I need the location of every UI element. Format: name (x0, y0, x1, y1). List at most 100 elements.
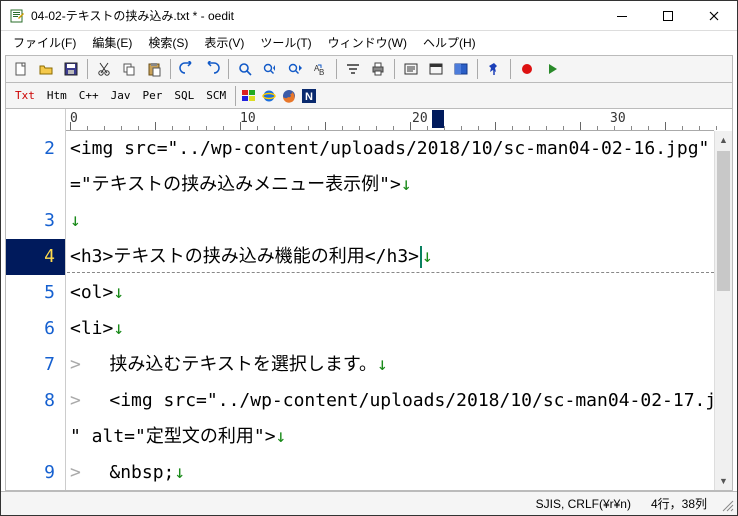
statusbar: SJIS, CRLF(¥r¥n) 4行，38列 (1, 491, 737, 515)
menu-view[interactable]: 表示(V) (196, 32, 252, 53)
line-number: 6 (6, 311, 65, 347)
code-text: 挟み込むテキストを選択します。 (109, 354, 377, 375)
lang-cpp[interactable]: C++ (74, 86, 104, 105)
toolbar-sep (510, 59, 511, 79)
scroll-thumb[interactable] (717, 151, 730, 291)
redo-icon[interactable] (201, 58, 223, 80)
paste-icon[interactable] (143, 58, 165, 80)
menu-tool[interactable]: ツール(T) (252, 32, 319, 53)
titlebar: 04-02-テキストの挟み込み.txt * - oedit (1, 1, 737, 31)
menu-help[interactable]: ヘルプ(H) (415, 32, 484, 53)
app-window: 04-02-テキストの挟み込み.txt * - oedit ファイル(F) 編集… (0, 0, 738, 516)
scroll-up-icon[interactable]: ▲ (715, 131, 732, 149)
save-icon[interactable] (60, 58, 82, 80)
cut-icon[interactable] (93, 58, 115, 80)
toolbar-sep (235, 86, 236, 106)
eol-icon: ↓ (113, 318, 124, 339)
eol-icon: ↓ (377, 354, 388, 375)
indent: > (70, 390, 109, 411)
toolbar-sep (170, 59, 171, 79)
line-view-icon[interactable] (400, 58, 422, 80)
open-file-icon[interactable] (35, 58, 57, 80)
ruler-num: 10 (240, 111, 256, 126)
line-number: 2 (6, 131, 65, 167)
code-text: <img src="../wp-content/uploads/2018/10/… (70, 138, 714, 159)
code-text: <h3>テキストの挟み込み機能の利用</h3> (70, 246, 419, 267)
line-number: 8 (6, 383, 65, 419)
toolbar-sep (228, 59, 229, 79)
toolbar-sep (87, 59, 88, 79)
svg-text:B: B (319, 68, 324, 77)
lang-scm[interactable]: SCM (201, 86, 231, 105)
lang-txt[interactable]: Txt (10, 86, 40, 105)
toolbar-sep (336, 59, 337, 79)
play-icon[interactable] (541, 58, 563, 80)
ruler-num: 0 (70, 111, 78, 126)
doc-view-icon[interactable] (425, 58, 447, 80)
code-text: <li> (70, 318, 113, 339)
scroll-down-icon[interactable]: ▼ (715, 472, 732, 490)
record-icon[interactable] (516, 58, 538, 80)
toolbar-sep (394, 59, 395, 79)
code-text: <ol> (70, 282, 113, 303)
maximize-button[interactable] (645, 1, 691, 30)
menu-window[interactable]: ウィンドウ(W) (320, 32, 415, 53)
filter-icon[interactable] (342, 58, 364, 80)
windows-flag-icon[interactable] (240, 87, 258, 105)
line-number: 3 (6, 203, 65, 239)
menu-edit[interactable]: 編集(E) (84, 32, 140, 53)
find-next-icon[interactable] (284, 58, 306, 80)
print-icon[interactable] (367, 58, 389, 80)
vertical-scrollbar[interactable]: ▲ ▼ (714, 131, 732, 490)
lang-per[interactable]: Per (138, 86, 168, 105)
resize-grip-icon[interactable] (721, 499, 735, 513)
minimize-button[interactable] (599, 1, 645, 30)
code-area[interactable]: <img src="../wp-content/uploads/2018/10/… (66, 109, 714, 490)
ruler: 0 10 20 30 (66, 109, 714, 131)
ruler-num: 30 (610, 111, 626, 126)
lang-jav[interactable]: Jav (106, 86, 136, 105)
netscape-icon[interactable]: N (300, 87, 318, 105)
svg-text:N: N (305, 91, 313, 103)
eol-icon: ↓ (401, 174, 412, 195)
status-position: 4行，38列 (651, 495, 707, 512)
eol-icon: ↓ (276, 426, 287, 447)
status-encoding: SJIS, CRLF(¥r¥n) (536, 497, 631, 511)
window-title: 04-02-テキストの挟み込み.txt * - oedit (31, 7, 599, 24)
code-text: ="テキストの挟み込みメニュー表示例"> (70, 174, 401, 195)
eol-icon: ↓ (422, 246, 433, 267)
ruler-num: 20 (412, 111, 428, 126)
menubar: ファイル(F) 編集(E) 検索(S) 表示(V) ツール(T) ウィンドウ(W… (1, 31, 737, 53)
toolbar-sep (477, 59, 478, 79)
new-file-icon[interactable] (10, 58, 32, 80)
pin-icon[interactable] (483, 58, 505, 80)
firefox-icon[interactable] (280, 87, 298, 105)
menu-search[interactable]: 検索(S) (140, 32, 196, 53)
ie-icon[interactable] (260, 87, 278, 105)
replace-icon[interactable]: AB (309, 58, 331, 80)
code-text: <img src="../wp-content/uploads/2018/10/… (109, 390, 714, 411)
line-number-current: 4 (6, 239, 65, 275)
eol-icon: ↓ (113, 282, 124, 303)
menu-file[interactable]: ファイル(F) (5, 32, 84, 53)
close-button[interactable] (691, 1, 737, 30)
gutter: 2 3 4 5 6 7 8 9 (6, 109, 66, 490)
eol-icon: ↓ (174, 462, 185, 483)
split-view-icon[interactable] (450, 58, 472, 80)
copy-icon[interactable] (118, 58, 140, 80)
line-number: 9 (6, 455, 65, 491)
find-icon[interactable] (234, 58, 256, 80)
line-number: 7 (6, 347, 65, 383)
code-text: &nbsp; (109, 462, 174, 483)
window-controls (599, 1, 737, 30)
app-icon (9, 8, 25, 24)
language-bar: Txt Htm C++ Jav Per SQL SCM N (5, 83, 733, 109)
toolbar: AB (5, 55, 733, 83)
find-prev-icon[interactable] (259, 58, 281, 80)
eol-icon: ↓ (70, 210, 81, 231)
editor-area: 0 10 20 30 2 3 4 5 6 7 8 9 <img src="../… (5, 109, 733, 491)
lang-sql[interactable]: SQL (169, 86, 199, 105)
undo-icon[interactable] (176, 58, 198, 80)
lang-htm[interactable]: Htm (42, 86, 72, 105)
indent: > (70, 354, 109, 375)
